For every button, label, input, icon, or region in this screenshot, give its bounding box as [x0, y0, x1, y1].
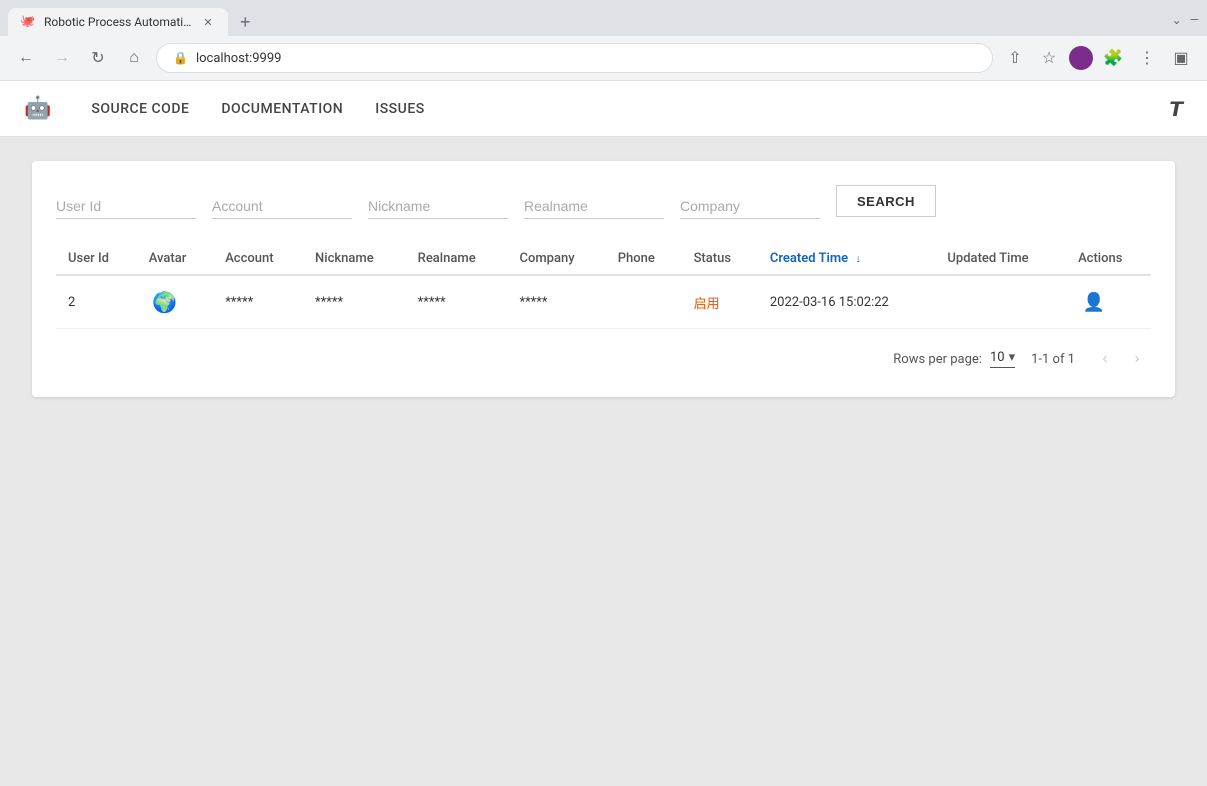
page-navigation: ‹ ›: [1091, 345, 1151, 373]
header-row: User Id Avatar Account Nickname Realname…: [56, 243, 1151, 275]
new-tab-button[interactable]: +: [232, 12, 259, 33]
col-actions: Actions: [1066, 243, 1151, 275]
col-created-time[interactable]: Created Time ↓: [758, 243, 936, 275]
col-avatar: Avatar: [137, 243, 213, 275]
search-form: SEARCH: [56, 185, 1151, 219]
action-edit-button[interactable]: 👤: [1078, 286, 1110, 318]
company-input[interactable]: [680, 194, 820, 219]
table-header: User Id Avatar Account Nickname Realname…: [56, 243, 1151, 275]
back-button[interactable]: ←: [12, 44, 40, 72]
header-right: 𝙏: [1169, 97, 1183, 121]
bookmark-button[interactable]: ☆: [1035, 44, 1063, 72]
nickname-input[interactable]: [368, 194, 508, 219]
address-bar-actions: ⇧ ☆ 🧩 ⋮ ▣: [1001, 44, 1195, 72]
address-bar: ← → ↻ ⌂ 🔒 localhost:9999 ⇧ ☆ 🧩 ⋮ ▣: [0, 36, 1207, 80]
cell-nickname: *****: [303, 275, 406, 329]
cell-account: *****: [213, 275, 303, 329]
tab-ctrl-minimize[interactable]: —: [1190, 13, 1199, 27]
nav-source-code[interactable]: SOURCE CODE: [91, 101, 189, 117]
col-updated-time[interactable]: Updated Time: [935, 243, 1066, 275]
search-button[interactable]: SEARCH: [836, 185, 936, 217]
col-phone: Phone: [606, 243, 682, 275]
rows-per-page-label: Rows per page:: [893, 352, 982, 367]
rows-per-page-value: 10: [990, 350, 1005, 365]
cell-actions: 👤: [1066, 275, 1151, 329]
col-account: Account: [213, 243, 303, 275]
browser-chrome: 🐙 Robotic Process Automation T ✕ + ⌄ — ←…: [0, 0, 1207, 81]
tab-ctrl-chevron[interactable]: ⌄: [1172, 13, 1182, 27]
cell-status: 启用: [682, 275, 758, 329]
forward-button[interactable]: →: [48, 44, 76, 72]
user-id-input[interactable]: [56, 194, 196, 219]
tab-bar: 🐙 Robotic Process Automation T ✕ + ⌄ —: [0, 0, 1207, 36]
menu-button[interactable]: ⋮: [1133, 44, 1161, 72]
cell-avatar: 🌍: [137, 275, 213, 329]
cell-company: *****: [507, 275, 605, 329]
company-field: [680, 194, 820, 219]
rpp-dropdown-icon: ▾: [1009, 350, 1016, 365]
prev-page-button[interactable]: ‹: [1091, 345, 1119, 373]
users-table: User Id Avatar Account Nickname Realname…: [56, 243, 1151, 329]
cell-phone: [606, 275, 682, 329]
col-status: Status: [682, 243, 758, 275]
main-content: SEARCH User Id Avatar Account Nickname R…: [0, 137, 1207, 421]
tab-title: Robotic Process Automation T: [44, 15, 192, 29]
status-badge: 启用: [694, 297, 720, 312]
page-info: 1-1 of 1: [1031, 352, 1075, 367]
active-tab[interactable]: 🐙 Robotic Process Automation T ✕: [8, 8, 228, 36]
nickname-field: [368, 194, 508, 219]
col-company: Company: [507, 243, 605, 275]
cell-realname: *****: [406, 275, 508, 329]
realname-field: [524, 194, 664, 219]
tab-favicon: 🐙: [20, 14, 36, 30]
cell-updated-time: [935, 275, 1066, 329]
col-realname: Realname: [406, 243, 508, 275]
url-text: localhost:9999: [196, 51, 282, 66]
realname-input[interactable]: [524, 194, 664, 219]
share-button[interactable]: ⇧: [1001, 44, 1029, 72]
app-logo: 🤖: [24, 96, 51, 121]
side-panel-button[interactable]: ▣: [1167, 44, 1195, 72]
table-row: 2 🌍 ***** ***** ***** ***** 启用 2022-03-1…: [56, 275, 1151, 329]
pagination-row: Rows per page: 10 ▾ 1-1 of 1 ‹ ›: [56, 329, 1151, 373]
nav-documentation[interactable]: DOCUMENTATION: [221, 101, 343, 117]
table-body: 2 🌍 ***** ***** ***** ***** 启用 2022-03-1…: [56, 275, 1151, 329]
reload-button[interactable]: ↻: [84, 44, 112, 72]
cell-created-time: 2022-03-16 15:02:22: [758, 275, 936, 329]
app-nav: SOURCE CODE DOCUMENTATION ISSUES: [91, 101, 424, 117]
cell-user-id: 2: [56, 275, 137, 329]
rows-per-page: Rows per page: 10 ▾: [893, 350, 1015, 368]
col-nickname: Nickname: [303, 243, 406, 275]
tab-close-button[interactable]: ✕: [200, 14, 216, 30]
user-id-field: [56, 194, 196, 219]
tab-right-controls: ⌄ —: [1172, 13, 1199, 31]
rows-per-page-select[interactable]: 10 ▾: [990, 350, 1015, 368]
sort-arrow-icon: ↓: [855, 252, 861, 265]
col-user-id: User Id: [56, 243, 137, 275]
url-bar[interactable]: 🔒 localhost:9999: [156, 43, 993, 73]
profile-avatar[interactable]: [1069, 46, 1093, 70]
next-page-button[interactable]: ›: [1123, 345, 1151, 373]
lock-icon: 🔒: [173, 51, 188, 65]
app-header: 🤖 SOURCE CODE DOCUMENTATION ISSUES 𝙏: [0, 81, 1207, 137]
nav-issues[interactable]: ISSUES: [375, 101, 424, 117]
avatar-image: 🌍: [149, 286, 181, 318]
translate-icon[interactable]: 𝙏: [1169, 97, 1183, 121]
account-input[interactable]: [212, 194, 352, 219]
data-card: SEARCH User Id Avatar Account Nickname R…: [32, 161, 1175, 397]
account-field: [212, 194, 352, 219]
extensions-button[interactable]: 🧩: [1099, 44, 1127, 72]
home-button[interactable]: ⌂: [120, 44, 148, 72]
